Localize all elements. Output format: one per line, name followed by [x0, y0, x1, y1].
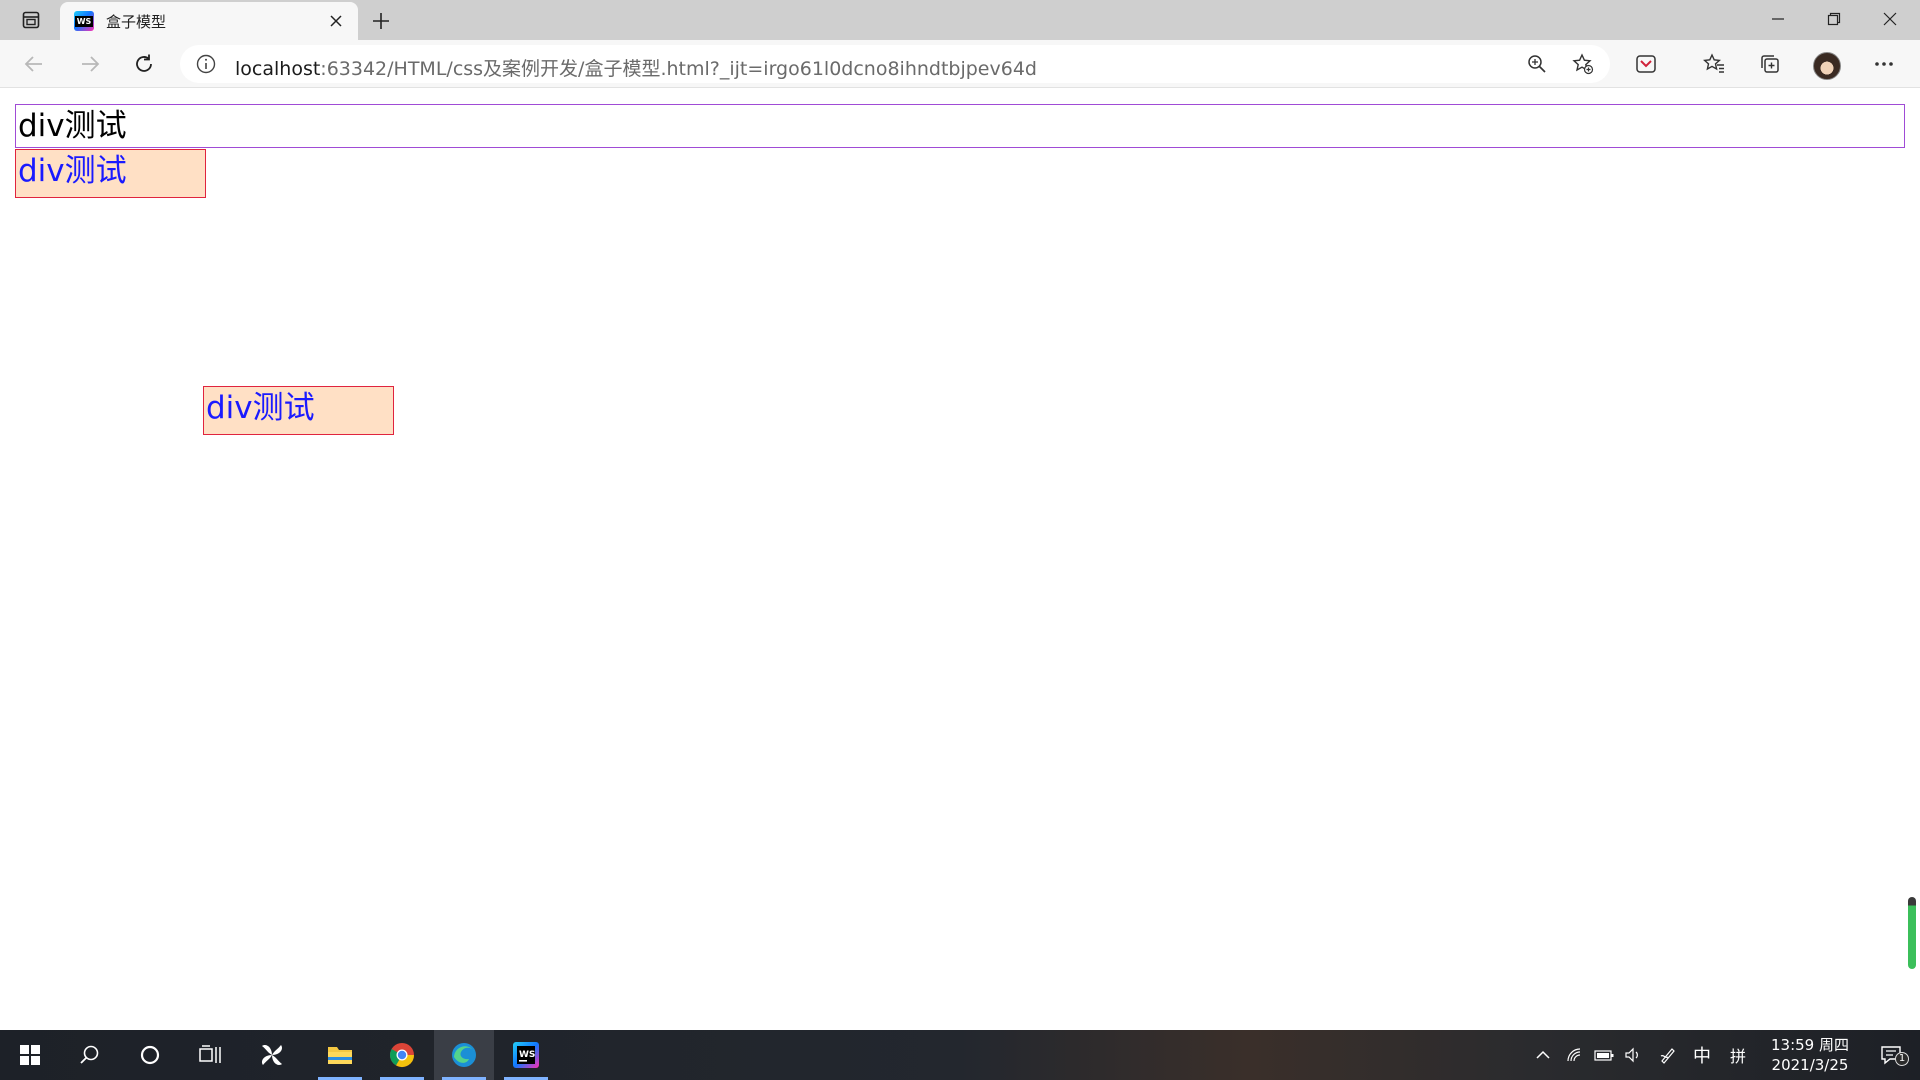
ime-pinyin[interactable]: 拼 — [1724, 1030, 1752, 1080]
tab-actions-icon[interactable] — [14, 8, 48, 32]
back-icon[interactable] — [18, 48, 50, 80]
pocket-extension-icon[interactable] — [1630, 48, 1662, 80]
page-viewport: div测试 div测试 div测试 — [0, 89, 1920, 1030]
favorites-icon[interactable] — [1698, 48, 1730, 80]
clock-date: 2021/3/25 — [1771, 1056, 1849, 1074]
notification-count-badge: 1 — [1895, 1052, 1909, 1066]
add-favorite-icon[interactable] — [1571, 52, 1595, 76]
cortana-icon[interactable] — [120, 1030, 180, 1080]
div-test-box-2: div测试 — [15, 149, 206, 198]
ime-mode[interactable]: 中 — [1688, 1030, 1716, 1080]
refresh-icon[interactable] — [128, 48, 160, 80]
clock-time: 13:59 周四 — [1771, 1036, 1849, 1054]
minimize-icon[interactable] — [1750, 0, 1806, 38]
collections-icon[interactable] — [1754, 48, 1786, 80]
webstorm-favicon-icon: WS — [74, 11, 94, 31]
url-path: :63342/HTML/css及案例开发/盒子模型.html?_ijt=irgo… — [320, 58, 1037, 80]
profile-avatar[interactable] — [1813, 52, 1841, 80]
volume-icon[interactable] — [1620, 1030, 1646, 1080]
side-indicator — [1908, 897, 1916, 969]
show-hidden-icons-icon[interactable] — [1530, 1030, 1556, 1080]
browser-tab[interactable]: WS 盒子模型 — [60, 2, 358, 40]
action-center-icon[interactable]: 1 — [1866, 1030, 1916, 1080]
battery-icon[interactable] — [1591, 1030, 1617, 1080]
windows-start-icon[interactable] — [0, 1030, 60, 1080]
clock[interactable]: 13:59 周四 2021/3/25 — [1760, 1035, 1860, 1075]
webstorm-icon[interactable]: WS — [496, 1030, 556, 1080]
file-explorer-icon[interactable] — [310, 1030, 370, 1080]
edge-icon[interactable] — [434, 1030, 494, 1080]
wifi-icon[interactable] — [1562, 1030, 1588, 1080]
tab-strip: WS 盒子模型 — [0, 0, 1920, 40]
zoom-icon[interactable] — [1525, 52, 1549, 76]
new-tab-icon[interactable] — [368, 8, 394, 34]
address-bar[interactable]: localhost:63342/HTML/css及案例开发/盒子模型.html?… — [180, 45, 1610, 83]
search-icon[interactable] — [60, 1030, 120, 1080]
navigation-bar: localhost:63342/HTML/css及案例开发/盒子模型.html?… — [0, 40, 1920, 88]
div-test-box-1: div测试 — [15, 104, 1905, 148]
restore-icon[interactable] — [1806, 0, 1862, 38]
pen-workspace-icon[interactable] — [1654, 1030, 1682, 1080]
svg-text:WS: WS — [519, 1050, 535, 1060]
more-menu-icon[interactable] — [1868, 48, 1900, 80]
forward-icon[interactable] — [74, 48, 106, 80]
task-view-icon[interactable] — [180, 1030, 240, 1080]
pinwheel-app-icon[interactable] — [242, 1030, 302, 1080]
taskbar: WS 中 拼 13:59 周四 2021/3/25 1 — [0, 1030, 1920, 1080]
url-text: localhost:63342/HTML/css及案例开发/盒子模型.html?… — [235, 54, 1037, 81]
favicon-label: WS — [74, 15, 94, 27]
url-host: localhost — [235, 58, 321, 80]
tab-close-icon[interactable] — [326, 11, 346, 31]
tab-title: 盒子模型 — [106, 12, 167, 31]
site-info-icon[interactable] — [196, 54, 216, 74]
div-test-box-3: div测试 — [203, 386, 394, 435]
chrome-icon[interactable] — [372, 1030, 432, 1080]
close-window-icon[interactable] — [1862, 0, 1918, 38]
